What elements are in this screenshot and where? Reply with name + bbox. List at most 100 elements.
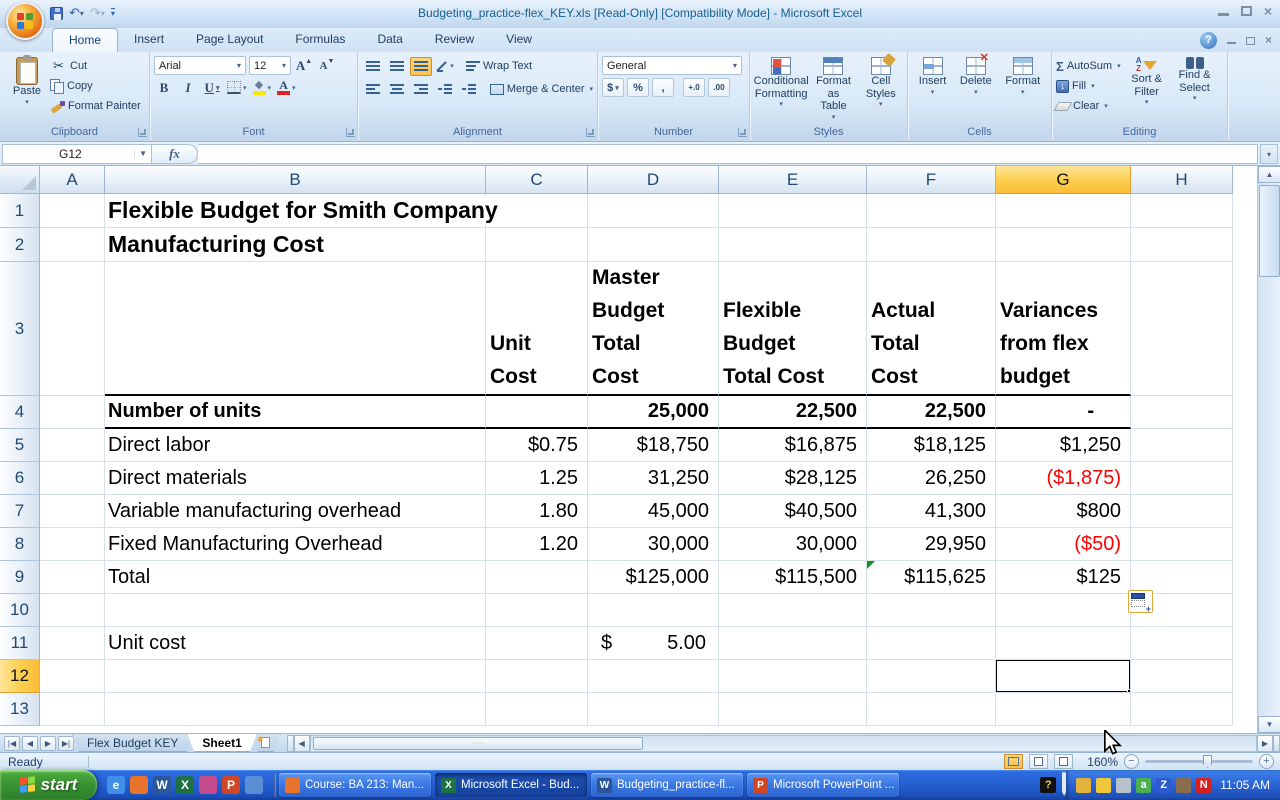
number-dialog-launcher[interactable] [738, 128, 747, 137]
excel-icon[interactable]: X [176, 776, 194, 794]
z-app-icon[interactable]: Z [1156, 778, 1171, 793]
horizontal-scrollbar-thumb[interactable]: ∙∙∙∙ [313, 737, 643, 750]
cell-C5[interactable]: $0.75 [486, 429, 588, 462]
row-header-3[interactable]: 3 [0, 262, 40, 396]
number-format-select[interactable]: General▾ [602, 56, 742, 75]
cell-G4[interactable]: - [996, 396, 1131, 429]
minimize-button[interactable] [1218, 7, 1229, 16]
cell-F7[interactable]: 41,300 [867, 495, 996, 528]
cell-A1[interactable] [40, 194, 105, 228]
sort-filter-button[interactable]: AZ Sort & Filter [1125, 54, 1169, 125]
powerpoint-icon[interactable]: P [222, 776, 240, 794]
previous-sheet-button[interactable]: ◀ [22, 736, 38, 751]
zoom-in-button[interactable]: + [1259, 754, 1274, 769]
cell-D6[interactable]: 31,250 [588, 462, 719, 495]
column-header-B[interactable]: B [105, 166, 486, 194]
tab-review[interactable]: Review [419, 28, 490, 52]
cell-C7[interactable]: 1.80 [486, 495, 588, 528]
n-app-icon[interactable]: N [1196, 778, 1211, 793]
underline-button[interactable]: U [202, 78, 222, 97]
cell-C12[interactable] [486, 660, 588, 693]
cell-C13[interactable] [486, 693, 588, 726]
cell-E2[interactable] [719, 228, 867, 262]
tab-formulas[interactable]: Formulas [279, 28, 361, 52]
column-header-D[interactable]: D [588, 166, 719, 194]
scroll-right-button[interactable]: ▶ [1257, 735, 1273, 752]
next-sheet-button[interactable]: ▶ [40, 736, 56, 751]
cell-H13[interactable] [1131, 693, 1233, 726]
select-all-corner[interactable] [0, 166, 40, 194]
messenger-icon[interactable] [1076, 778, 1091, 793]
cell-G11[interactable] [996, 627, 1131, 660]
find-select-button[interactable]: Find & Select [1173, 54, 1217, 125]
cell-H12[interactable] [1131, 660, 1233, 693]
cell-D4[interactable]: 25,000 [588, 396, 719, 429]
cell-C11[interactable] [486, 627, 588, 660]
page-break-view-button[interactable] [1054, 754, 1073, 769]
cell-G12[interactable] [996, 660, 1131, 693]
shrink-font-button[interactable]: A▼ [317, 56, 337, 75]
firefox-icon[interactable] [130, 776, 148, 794]
font-size-select[interactable]: 12▾ [249, 56, 291, 75]
cell-styles-button[interactable]: Cell Styles [860, 54, 902, 125]
antivirus-icon[interactable]: a [1136, 778, 1151, 793]
zoom-slider-thumb[interactable] [1203, 755, 1212, 768]
workbook-close-button[interactable]: × [1265, 36, 1272, 45]
access-icon[interactable] [199, 776, 217, 794]
merge-center-button[interactable]: Merge & Center [490, 79, 593, 99]
normal-view-button[interactable] [1004, 754, 1023, 769]
cell-G9[interactable]: $125 [996, 561, 1131, 594]
italic-button[interactable]: I [178, 78, 198, 97]
insert-cells-button[interactable]: Insert [915, 54, 951, 125]
decrease-indent-button[interactable] [434, 80, 456, 99]
orientation-button[interactable] [434, 57, 456, 76]
column-header-H[interactable]: H [1131, 166, 1233, 194]
cell-B4[interactable]: Number of units [105, 396, 486, 429]
cell-H4[interactable] [1131, 396, 1233, 429]
workbook-restore-button[interactable] [1246, 37, 1255, 45]
vertical-scrollbar[interactable]: ▲ ▼ [1257, 166, 1280, 733]
column-header-C[interactable]: C [486, 166, 588, 194]
font-family-select[interactable]: Arial▾ [154, 56, 246, 75]
cell-A11[interactable] [40, 627, 105, 660]
column-header-A[interactable]: A [40, 166, 105, 194]
key-icon[interactable] [1116, 778, 1131, 793]
cell-B6[interactable]: Direct materials [105, 462, 486, 495]
cell-F12[interactable] [867, 660, 996, 693]
cell-D5[interactable]: $18,750 [588, 429, 719, 462]
cell-B1[interactable]: Flexible Budget for Smith Company [105, 194, 486, 228]
row-header-11[interactable]: 11 [0, 627, 40, 660]
borders-button[interactable] [226, 78, 248, 97]
row-header-8[interactable]: 8 [0, 528, 40, 561]
cell-H6[interactable] [1131, 462, 1233, 495]
formula-input[interactable] [198, 144, 1258, 164]
word-icon[interactable]: W [153, 776, 171, 794]
selected-cell-indicator[interactable] [996, 660, 1131, 693]
internet-explorer-icon[interactable]: e [107, 776, 125, 794]
delete-cells-button[interactable]: Delete [956, 54, 996, 125]
office-button[interactable] [6, 2, 44, 40]
column-header-F[interactable]: F [867, 166, 996, 194]
taskbar-button-firefox[interactable]: Course: BA 213: Man... [279, 773, 431, 797]
increase-indent-button[interactable] [458, 80, 480, 99]
row-header-12[interactable]: 12 [0, 660, 40, 693]
cell-B9[interactable]: Total [105, 561, 486, 594]
restore-button[interactable] [1241, 6, 1252, 16]
cell-H2[interactable] [1131, 228, 1233, 262]
taskbar-button-word[interactable]: WBudgeting_practice-fl... [591, 773, 743, 797]
cell-F8[interactable]: 29,950 [867, 528, 996, 561]
cell-F1[interactable] [867, 194, 996, 228]
cell-G2[interactable] [996, 228, 1131, 262]
cell-D12[interactable] [588, 660, 719, 693]
cell-C4[interactable] [486, 396, 588, 429]
cell-A7[interactable] [40, 495, 105, 528]
cell-E11[interactable] [719, 627, 867, 660]
cell-D1[interactable] [588, 194, 719, 228]
first-sheet-button[interactable]: |◀ [4, 736, 20, 751]
cell-B3[interactable] [105, 262, 486, 396]
cell-F4[interactable]: 22,500 [867, 396, 996, 429]
vertical-scrollbar-thumb[interactable] [1259, 185, 1280, 277]
tab-data[interactable]: Data [361, 28, 418, 52]
cell-E6[interactable]: $28,125 [719, 462, 867, 495]
middle-align-button[interactable] [386, 57, 408, 76]
